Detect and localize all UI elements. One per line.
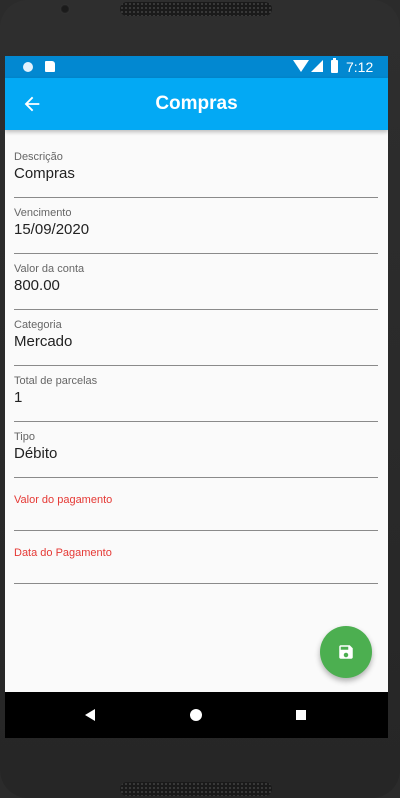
field-value[interactable]: Mercado	[14, 333, 72, 350]
nav-back-icon[interactable]	[85, 709, 95, 721]
field-value[interactable]: 800.00	[14, 277, 60, 294]
nav-recents-icon[interactable]	[296, 710, 306, 720]
field-label: Total de parcelas	[14, 375, 98, 387]
field-label: Valor da conta	[14, 263, 85, 275]
app-bar: Compras	[5, 78, 388, 130]
save-button[interactable]	[320, 626, 372, 678]
total-parcelas-field[interactable]: Total de parcelas 1	[14, 366, 378, 422]
field-label: Categoria	[14, 319, 62, 331]
field-value[interactable]: Compras	[14, 165, 75, 182]
sd-card-icon	[45, 61, 55, 72]
phone-frame: 7:12 Compras Descrição Compras Venciment…	[0, 0, 400, 798]
field-value[interactable]: 1	[14, 389, 22, 406]
screen: 7:12 Compras Descrição Compras Venciment…	[5, 56, 388, 738]
field-label: Data do Pagamento	[14, 547, 112, 559]
wifi-icon	[293, 60, 309, 72]
signal-icon	[311, 60, 323, 72]
field-label: Vencimento	[14, 207, 72, 219]
field-label: Valor do pagamento	[14, 494, 113, 506]
field-value[interactable]: Débito	[14, 445, 57, 462]
field-value[interactable]: 15/09/2020	[14, 221, 89, 238]
status-bar: 7:12	[5, 56, 388, 78]
nav-home-icon[interactable]	[190, 709, 202, 721]
status-time: 7:12	[346, 59, 374, 75]
notification-icon	[23, 62, 33, 72]
save-icon	[339, 645, 353, 659]
page-title: Compras	[155, 93, 238, 114]
front-camera	[60, 4, 70, 14]
bill-form: Descrição Compras Vencimento 15/09/2020 …	[14, 142, 378, 584]
valor-pagamento-field[interactable]: Valor do pagamento	[14, 478, 378, 531]
categoria-field[interactable]: Categoria Mercado	[14, 310, 378, 366]
system-nav-bar	[5, 692, 388, 738]
field-label: Tipo	[14, 431, 35, 443]
field-label: Descrição	[14, 151, 63, 163]
top-speaker	[120, 2, 272, 16]
battery-icon	[331, 58, 338, 73]
vencimento-field[interactable]: Vencimento 15/09/2020	[14, 198, 378, 254]
tipo-field[interactable]: Tipo Débito	[14, 422, 378, 478]
bottom-speaker	[120, 782, 272, 796]
data-pagamento-field[interactable]: Data do Pagamento	[14, 531, 378, 584]
valor-conta-field[interactable]: Valor da conta 800.00	[14, 254, 378, 310]
descricao-field[interactable]: Descrição Compras	[14, 142, 378, 198]
